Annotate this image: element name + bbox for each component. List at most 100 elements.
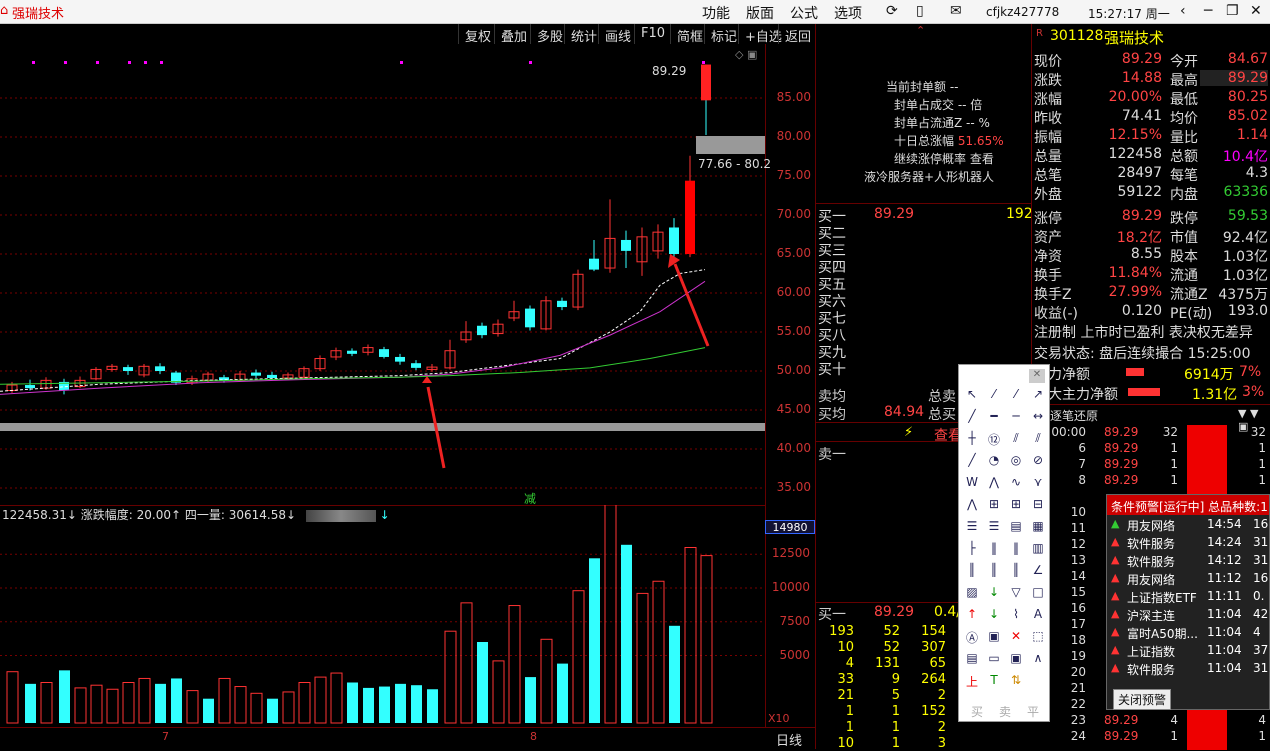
- menu-function[interactable]: 功能: [702, 3, 730, 23]
- alert-name[interactable]: 软件服务: [1127, 661, 1175, 678]
- alert-name[interactable]: 上证指数ETF: [1127, 589, 1197, 606]
- h-ray-icon[interactable]: ↔: [1029, 409, 1047, 427]
- line-icon[interactable]: ⁄: [985, 387, 1003, 405]
- counter-icon[interactable]: ⑫: [985, 431, 1003, 449]
- fib-icon[interactable]: ⊟: [1029, 497, 1047, 515]
- alert-name[interactable]: 上证指数: [1127, 643, 1175, 660]
- menu-options[interactable]: 选项: [834, 3, 862, 23]
- period-icon[interactable]: ║: [963, 563, 981, 581]
- text-icon[interactable]: A: [1029, 607, 1047, 625]
- alert-name[interactable]: 用友网络: [1127, 571, 1175, 588]
- toolbar-button[interactable]: 画线: [598, 24, 637, 45]
- peak2-icon[interactable]: ∧: [1029, 651, 1047, 669]
- continue-prob-link[interactable]: 查看: [970, 152, 994, 166]
- box-grid-icon[interactable]: ▦: [1029, 519, 1047, 537]
- flat-shortcut[interactable]: 平: [1027, 703, 1039, 720]
- marker-icon[interactable]: ⌇: [1007, 607, 1025, 625]
- menu-layout[interactable]: 版面: [746, 3, 774, 23]
- period2-icon[interactable]: ║: [985, 563, 1003, 581]
- alert-name[interactable]: 沪深主连: [1127, 607, 1175, 624]
- grid-icon[interactable]: ▤: [1007, 519, 1025, 537]
- note-icon[interactable]: ▤: [963, 651, 981, 669]
- high-price-label: 89.29: [652, 64, 687, 78]
- back-icon[interactable]: ‹: [1180, 3, 1186, 19]
- cross-icon[interactable]: ┼: [963, 431, 981, 449]
- period-label[interactable]: 日线: [776, 730, 802, 749]
- pattern-icon[interactable]: ▨: [963, 585, 981, 603]
- buy-shortcut[interactable]: 买: [971, 703, 983, 720]
- volume-bar: [59, 670, 70, 723]
- palette-close-icon[interactable]: ✕: [1029, 369, 1045, 383]
- gann-icon[interactable]: ⊞: [985, 497, 1003, 515]
- up-arrow-icon[interactable]: ↑: [963, 607, 981, 625]
- delete-icon[interactable]: ✕: [1007, 629, 1025, 647]
- circle-icon[interactable]: ◎: [1007, 453, 1025, 471]
- h-segment-icon[interactable]: ─: [1007, 409, 1025, 427]
- menu-formula[interactable]: 公式: [790, 3, 818, 23]
- toolbar-button[interactable]: 复权: [458, 24, 497, 45]
- up-label-icon[interactable]: 上: [963, 673, 981, 691]
- ray-icon[interactable]: ⁄: [1007, 387, 1025, 405]
- volume-bar: [250, 692, 263, 724]
- bars-icon[interactable]: ‖: [985, 541, 1003, 559]
- peak-icon[interactable]: ⋀: [985, 475, 1003, 493]
- fib-levels-icon[interactable]: ☰: [985, 519, 1003, 537]
- text-box-icon[interactable]: Ⓐ: [963, 629, 981, 647]
- alert-name[interactable]: 软件服务: [1127, 535, 1175, 552]
- fan-icon[interactable]: ╱: [963, 453, 981, 471]
- screen-icon[interactable]: ▣: [1007, 651, 1025, 669]
- collapse-icon[interactable]: ⌃: [916, 24, 925, 37]
- channel-icon[interactable]: ⫽: [1029, 431, 1047, 449]
- toolbar-button[interactable]: 返回: [778, 24, 817, 45]
- arc-icon[interactable]: ◔: [985, 453, 1003, 471]
- cursor-icon[interactable]: ↖: [963, 387, 981, 405]
- bars3-icon[interactable]: ▥: [1029, 541, 1047, 559]
- stat-value: 85.02: [1227, 108, 1268, 124]
- period3-icon[interactable]: ║: [1007, 563, 1025, 581]
- blank-icon[interactable]: [1029, 673, 1047, 691]
- switch-icon[interactable]: ⇅: [1007, 673, 1025, 691]
- curve-icon[interactable]: ∿: [1007, 475, 1025, 493]
- alert-name[interactable]: 富时A50期...: [1127, 625, 1198, 642]
- t-label-icon[interactable]: T: [985, 673, 1003, 691]
- segment-icon[interactable]: ╱: [963, 409, 981, 427]
- down-arrow-icon[interactable]: ↓: [985, 585, 1003, 603]
- parallel-icon[interactable]: ⫽: [1007, 431, 1025, 449]
- triangle-icon[interactable]: ▽: [1007, 585, 1025, 603]
- wave-icon[interactable]: W: [963, 475, 981, 493]
- rectangle-icon[interactable]: □: [1029, 585, 1047, 603]
- clear-icon[interactable]: ⬚: [1029, 629, 1047, 647]
- image-icon[interactable]: ▣: [985, 629, 1003, 647]
- horizontal-line-icon[interactable]: ━: [985, 409, 1003, 427]
- close-icon[interactable]: ✕: [1250, 3, 1262, 19]
- bid1b-vol: 0.4/: [934, 604, 961, 620]
- gann-box-icon[interactable]: ⊞: [1007, 497, 1025, 515]
- bracket-icon[interactable]: ├: [963, 541, 981, 559]
- diamond-icon[interactable]: ◇ ▣: [735, 48, 757, 61]
- arrow-line-icon[interactable]: ↗: [1029, 387, 1047, 405]
- zigzag-icon[interactable]: ⋀: [963, 497, 981, 515]
- minimize-icon[interactable]: ─: [1204, 3, 1212, 19]
- ban-icon[interactable]: ⊘: [1029, 453, 1047, 471]
- toolbar-button[interactable]: F10: [634, 24, 671, 44]
- mail-icon[interactable]: ✉: [950, 3, 962, 19]
- toolbar-button[interactable]: 叠加: [494, 24, 533, 45]
- ruler-icon[interactable]: ▭: [985, 651, 1003, 669]
- levels-icon[interactable]: ☰: [963, 519, 981, 537]
- stat-value: 28497: [1117, 165, 1162, 181]
- restore-icon[interactable]: ❐: [1226, 3, 1239, 19]
- phone-icon[interactable]: ▯: [916, 3, 924, 19]
- alert-name[interactable]: 软件服务: [1127, 553, 1175, 570]
- sell-shortcut[interactable]: 卖: [999, 703, 1011, 720]
- down-mark-icon[interactable]: ↓: [985, 607, 1003, 625]
- close-alert-button[interactable]: 关闭预警: [1113, 689, 1172, 710]
- refresh-icon[interactable]: ⟳: [886, 3, 898, 19]
- candlestick-chart[interactable]: [0, 44, 765, 504]
- valley-icon[interactable]: ⋎: [1029, 475, 1047, 493]
- bars2-icon[interactable]: ‖: [1007, 541, 1025, 559]
- volume-chart[interactable]: [0, 505, 765, 727]
- candle-body: [267, 374, 277, 379]
- volume-bar: [106, 688, 119, 724]
- angle-icon[interactable]: ∠: [1029, 563, 1047, 581]
- alert-name[interactable]: 用友网络: [1127, 517, 1175, 534]
